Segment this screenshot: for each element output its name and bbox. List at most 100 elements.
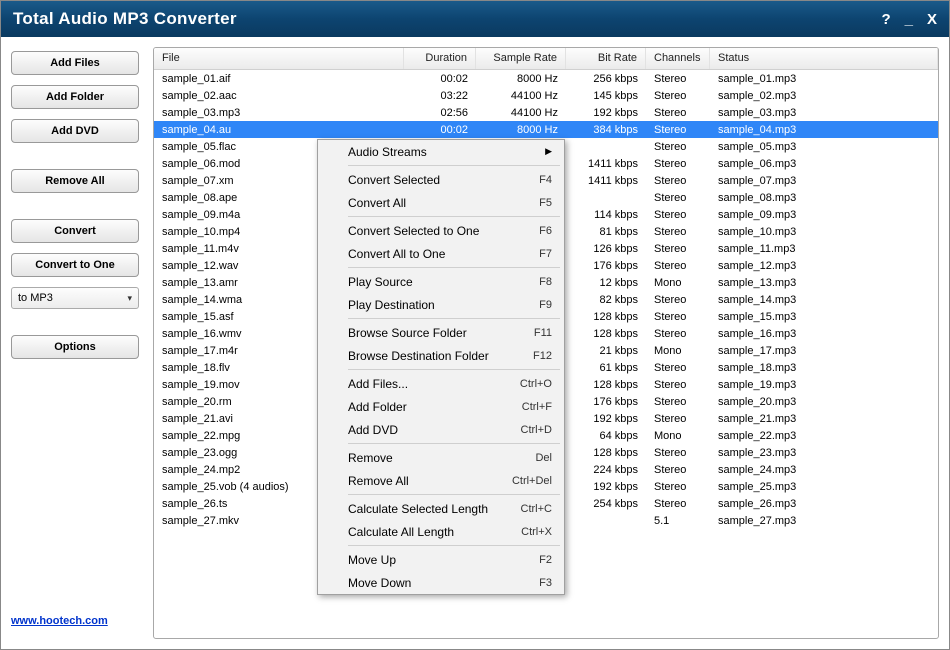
context-menu-item[interactable]: RemoveDel bbox=[318, 446, 564, 469]
cell-channels: Stereo bbox=[646, 447, 710, 459]
add-folder-button[interactable]: Add Folder bbox=[11, 85, 139, 109]
close-icon[interactable]: X bbox=[927, 11, 937, 28]
table-header: File Duration Sample Rate Bit Rate Chann… bbox=[154, 48, 938, 70]
context-menu-item[interactable]: Add FolderCtrl+F bbox=[318, 395, 564, 418]
options-button[interactable]: Options bbox=[11, 335, 139, 359]
context-menu-item[interactable]: Remove AllCtrl+Del bbox=[318, 469, 564, 492]
cell-bit-rate: 254 kbps bbox=[566, 498, 646, 510]
cell-file: sample_02.aac bbox=[154, 90, 404, 102]
cell-sample-rate: 8000 Hz bbox=[476, 73, 566, 85]
cell-status: sample_11.mp3 bbox=[710, 243, 938, 255]
context-menu-item[interactable]: Browse Destination FolderF12 bbox=[318, 344, 564, 367]
cell-bit-rate: 224 kbps bbox=[566, 464, 646, 476]
cell-bit-rate: 64 kbps bbox=[566, 430, 646, 442]
table-row[interactable]: sample_04.au00:028000 Hz384 kbpsStereosa… bbox=[154, 121, 938, 138]
context-menu-item[interactable]: Add DVDCtrl+D bbox=[318, 418, 564, 441]
context-menu-item[interactable]: Move DownF3 bbox=[318, 571, 564, 594]
context-menu-label: Remove bbox=[348, 451, 393, 465]
context-menu-item[interactable]: Calculate All LengthCtrl+X bbox=[318, 520, 564, 543]
convert-to-one-button[interactable]: Convert to One bbox=[11, 253, 139, 277]
context-menu-label: Calculate Selected Length bbox=[348, 502, 488, 516]
cell-status: sample_06.mp3 bbox=[710, 158, 938, 170]
context-menu-label: Convert All bbox=[348, 196, 406, 210]
table-row[interactable]: sample_01.aif00:028000 Hz256 kbpsStereos… bbox=[154, 70, 938, 87]
cell-bit-rate: 128 kbps bbox=[566, 311, 646, 323]
col-status[interactable]: Status bbox=[710, 48, 938, 69]
context-menu-item[interactable]: Convert Selected to OneF6 bbox=[318, 219, 564, 242]
cell-bit-rate: 128 kbps bbox=[566, 379, 646, 391]
cell-channels: Stereo bbox=[646, 379, 710, 391]
context-menu-item[interactable]: Add Files...Ctrl+O bbox=[318, 372, 564, 395]
context-menu-shortcut: F11 bbox=[534, 327, 552, 339]
cell-bit-rate: 192 kbps bbox=[566, 107, 646, 119]
context-menu-separator bbox=[348, 545, 560, 546]
context-menu-shortcut: F4 bbox=[539, 174, 552, 186]
context-menu-label: Add Files... bbox=[348, 377, 408, 391]
chevron-down-icon: ▾ bbox=[127, 293, 132, 304]
context-menu-item[interactable]: Play SourceF8 bbox=[318, 270, 564, 293]
cell-status: sample_15.mp3 bbox=[710, 311, 938, 323]
context-menu-separator bbox=[348, 216, 560, 217]
remove-all-button[interactable]: Remove All bbox=[11, 169, 139, 193]
context-menu-shortcut: Ctrl+X bbox=[521, 526, 552, 538]
add-dvd-button[interactable]: Add DVD bbox=[11, 119, 139, 143]
col-file[interactable]: File bbox=[154, 48, 404, 69]
cell-channels: Stereo bbox=[646, 226, 710, 238]
cell-duration: 02:56 bbox=[404, 107, 476, 119]
cell-bit-rate: 1411 kbps bbox=[566, 158, 646, 170]
table-row[interactable]: sample_03.mp302:5644100 Hz192 kbpsStereo… bbox=[154, 104, 938, 121]
convert-button[interactable]: Convert bbox=[11, 219, 139, 243]
context-menu-shortcut: F2 bbox=[539, 554, 552, 566]
context-menu-item[interactable]: Audio Streams▶ bbox=[318, 140, 564, 163]
context-menu-item[interactable]: Browse Source FolderF11 bbox=[318, 321, 564, 344]
cell-sample-rate: 8000 Hz bbox=[476, 124, 566, 136]
help-icon[interactable]: ? bbox=[881, 11, 890, 28]
cell-channels: Stereo bbox=[646, 464, 710, 476]
cell-channels: Stereo bbox=[646, 362, 710, 374]
col-channels[interactable]: Channels bbox=[646, 48, 710, 69]
cell-status: sample_22.mp3 bbox=[710, 430, 938, 442]
cell-channels: Stereo bbox=[646, 141, 710, 153]
output-format-select[interactable]: to MP3 ▾ bbox=[11, 287, 139, 309]
context-menu-item[interactable]: Move UpF2 bbox=[318, 548, 564, 571]
minimize-icon[interactable]: _ bbox=[905, 11, 913, 28]
cell-bit-rate: 21 kbps bbox=[566, 345, 646, 357]
cell-status: sample_09.mp3 bbox=[710, 209, 938, 221]
output-format-value: to MP3 bbox=[18, 292, 53, 304]
context-menu-item[interactable]: Convert All F5 bbox=[318, 191, 564, 214]
cell-channels: 5.1 bbox=[646, 515, 710, 527]
cell-status: sample_07.mp3 bbox=[710, 175, 938, 187]
context-menu-shortcut: F5 bbox=[539, 197, 552, 209]
context-menu-label: Convert Selected bbox=[348, 173, 440, 187]
add-files-button[interactable]: Add Files bbox=[11, 51, 139, 75]
cell-bit-rate: 128 kbps bbox=[566, 447, 646, 459]
context-menu-label: Browse Destination Folder bbox=[348, 349, 489, 363]
cell-bit-rate: 12 kbps bbox=[566, 277, 646, 289]
cell-bit-rate: 192 kbps bbox=[566, 481, 646, 493]
cell-status: sample_10.mp3 bbox=[710, 226, 938, 238]
col-duration[interactable]: Duration bbox=[404, 48, 476, 69]
context-menu-separator bbox=[348, 267, 560, 268]
cell-bit-rate: 114 kbps bbox=[566, 209, 646, 221]
cell-channels: Mono bbox=[646, 430, 710, 442]
context-menu-item[interactable]: Convert All to OneF7 bbox=[318, 242, 564, 265]
cell-status: sample_27.mp3 bbox=[710, 515, 938, 527]
context-menu-label: Convert Selected to One bbox=[348, 224, 479, 238]
col-sample-rate[interactable]: Sample Rate bbox=[476, 48, 566, 69]
cell-status: sample_01.mp3 bbox=[710, 73, 938, 85]
context-menu-item[interactable]: Play DestinationF9 bbox=[318, 293, 564, 316]
cell-status: sample_18.mp3 bbox=[710, 362, 938, 374]
col-bit-rate[interactable]: Bit Rate bbox=[566, 48, 646, 69]
cell-bit-rate: 82 kbps bbox=[566, 294, 646, 306]
context-menu-shortcut: F9 bbox=[539, 299, 552, 311]
context-menu-item[interactable]: Calculate Selected LengthCtrl+C bbox=[318, 497, 564, 520]
titlebar: Total Audio MP3 Converter ? _ X bbox=[1, 1, 949, 37]
context-menu-item[interactable]: Convert Selected F4 bbox=[318, 168, 564, 191]
cell-channels: Stereo bbox=[646, 158, 710, 170]
cell-status: sample_16.mp3 bbox=[710, 328, 938, 340]
table-row[interactable]: sample_02.aac03:2244100 Hz145 kbpsStereo… bbox=[154, 87, 938, 104]
cell-channels: Stereo bbox=[646, 498, 710, 510]
cell-duration: 03:22 bbox=[404, 90, 476, 102]
footer-link[interactable]: www.hootech.com bbox=[11, 615, 108, 627]
context-menu-separator bbox=[348, 494, 560, 495]
